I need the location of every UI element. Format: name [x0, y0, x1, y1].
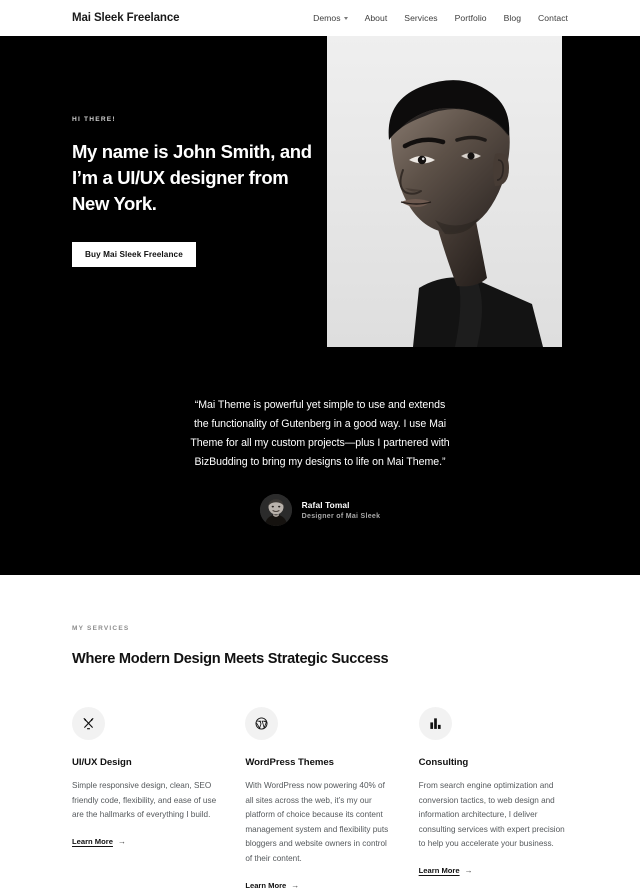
services-eyebrow: MY SERVICES: [72, 625, 130, 632]
learn-more-link-consulting[interactable]: Learn More →: [419, 866, 473, 875]
arrow-right-icon: →: [291, 880, 300, 890]
hero-portrait-image: [327, 36, 562, 347]
testimonial-quote: “Mai Theme is powerful yet simple to use…: [190, 399, 450, 468]
bar-chart-icon: [418, 707, 452, 740]
service-cards: UI/UX Design Simple responsive design, c…: [72, 707, 568, 890]
attribution-text: Rafal Tomal Designer of Mai Sleek: [302, 500, 381, 520]
arrow-right-icon: →: [464, 865, 473, 875]
nav-item-portfolio[interactable]: Portfolio: [455, 13, 487, 23]
learn-more-link-ui-ux[interactable]: Learn More →: [72, 837, 126, 846]
wordpress-icon: [245, 707, 279, 740]
pen-ruler-icon: [72, 707, 105, 740]
services-section: MY SERVICES Where Modern Design Meets St…: [0, 575, 640, 890]
hero-content: HI THERE! My name is John Smith, and I’m…: [72, 36, 327, 347]
nav-item-label: Demos: [313, 13, 341, 23]
author-role: Designer of Mai Sleek: [301, 512, 381, 520]
testimonial-attribution: Rafal Tomal Designer of Mai Sleek: [259, 493, 381, 526]
learn-more-label: Learn More: [245, 880, 287, 890]
learn-more-link-wordpress[interactable]: Learn More →: [245, 881, 299, 890]
nav-item-demos[interactable]: Demos: [313, 13, 348, 23]
service-card-ui-ux: UI/UX Design Simple responsive design, c…: [72, 707, 221, 890]
site-title[interactable]: Mai Sleek Freelance: [72, 12, 180, 24]
hero-title: My name is John Smith, and I’m a UI/UX d…: [72, 140, 312, 215]
service-card-body: Simple responsive design, clean, SEO fri…: [72, 781, 217, 820]
learn-more-label: Learn More: [418, 865, 460, 875]
service-card-title: Consulting: [418, 757, 469, 768]
nav-item-blog[interactable]: Blog: [504, 13, 521, 23]
nav-item-contact[interactable]: Contact: [538, 13, 568, 23]
nav-item-about[interactable]: About: [365, 13, 388, 23]
avatar: [259, 493, 292, 526]
testimonial-section: “Mai Theme is powerful yet simple to use…: [0, 347, 640, 575]
learn-more-label: Learn More: [72, 836, 113, 846]
service-card-consulting: Consulting From search engine optimizati…: [418, 707, 568, 890]
buy-theme-button[interactable]: Buy Mai Sleek Freelance: [72, 242, 196, 268]
author-name: Rafal Tomal: [301, 499, 350, 510]
page-root: Mai Sleek Freelance Demos About Services…: [0, 0, 640, 890]
services-title: Where Modern Design Meets Strategic Succ…: [72, 651, 389, 667]
nav-item-services[interactable]: Services: [404, 13, 437, 23]
arrow-right-icon: →: [117, 836, 126, 846]
service-card-wordpress: WordPress Themes With WordPress now powe…: [245, 707, 394, 890]
chevron-down-icon: [343, 17, 348, 20]
service-card-body: From search engine optimization and conv…: [418, 781, 565, 849]
site-header: Mai Sleek Freelance Demos About Services…: [0, 0, 640, 36]
main-nav: Demos About Services Portfolio Blog Cont…: [313, 13, 568, 23]
service-card-body: With WordPress now powering 40% of all s…: [245, 781, 389, 863]
hero-eyebrow: HI THERE!: [72, 115, 116, 123]
service-card-title: UI/UX Design: [72, 757, 132, 768]
service-card-title: WordPress Themes: [245, 757, 334, 768]
hero-section: HI THERE! My name is John Smith, and I’m…: [0, 36, 640, 347]
